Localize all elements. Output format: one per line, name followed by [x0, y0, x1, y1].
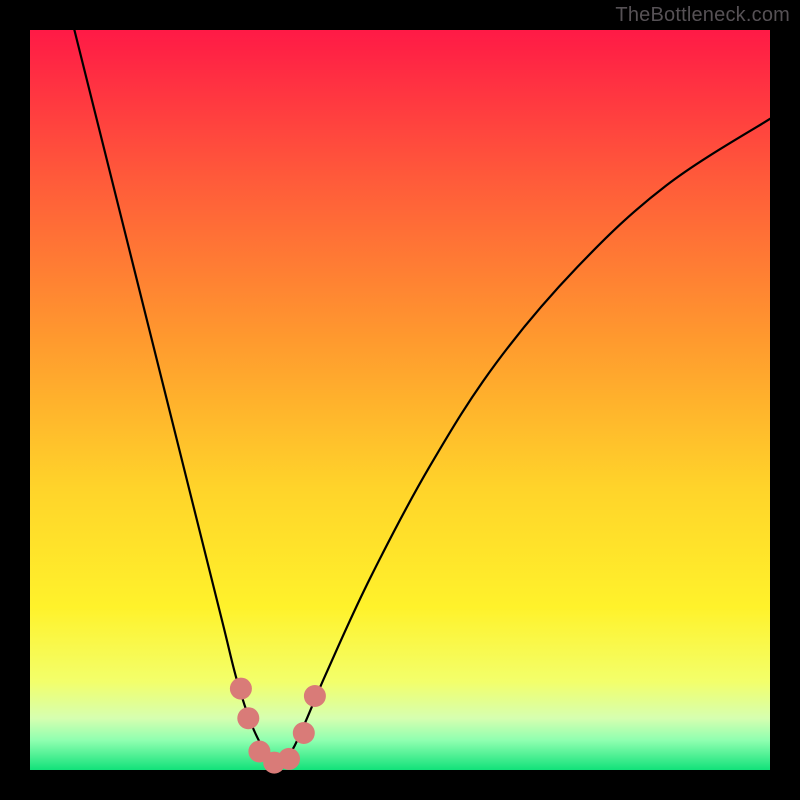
outer-frame: TheBottleneck.com: [0, 0, 800, 800]
marker-dot: [237, 707, 259, 729]
highlighted-range: [230, 678, 326, 774]
marker-dot: [278, 748, 300, 770]
plot-area: [30, 30, 770, 770]
bottleneck-curve: [74, 30, 770, 766]
marker-dot: [230, 678, 252, 700]
marker-dot: [304, 685, 326, 707]
watermark-text: TheBottleneck.com: [615, 4, 790, 27]
marker-dot: [293, 722, 315, 744]
bottleneck-chart: [30, 30, 770, 770]
